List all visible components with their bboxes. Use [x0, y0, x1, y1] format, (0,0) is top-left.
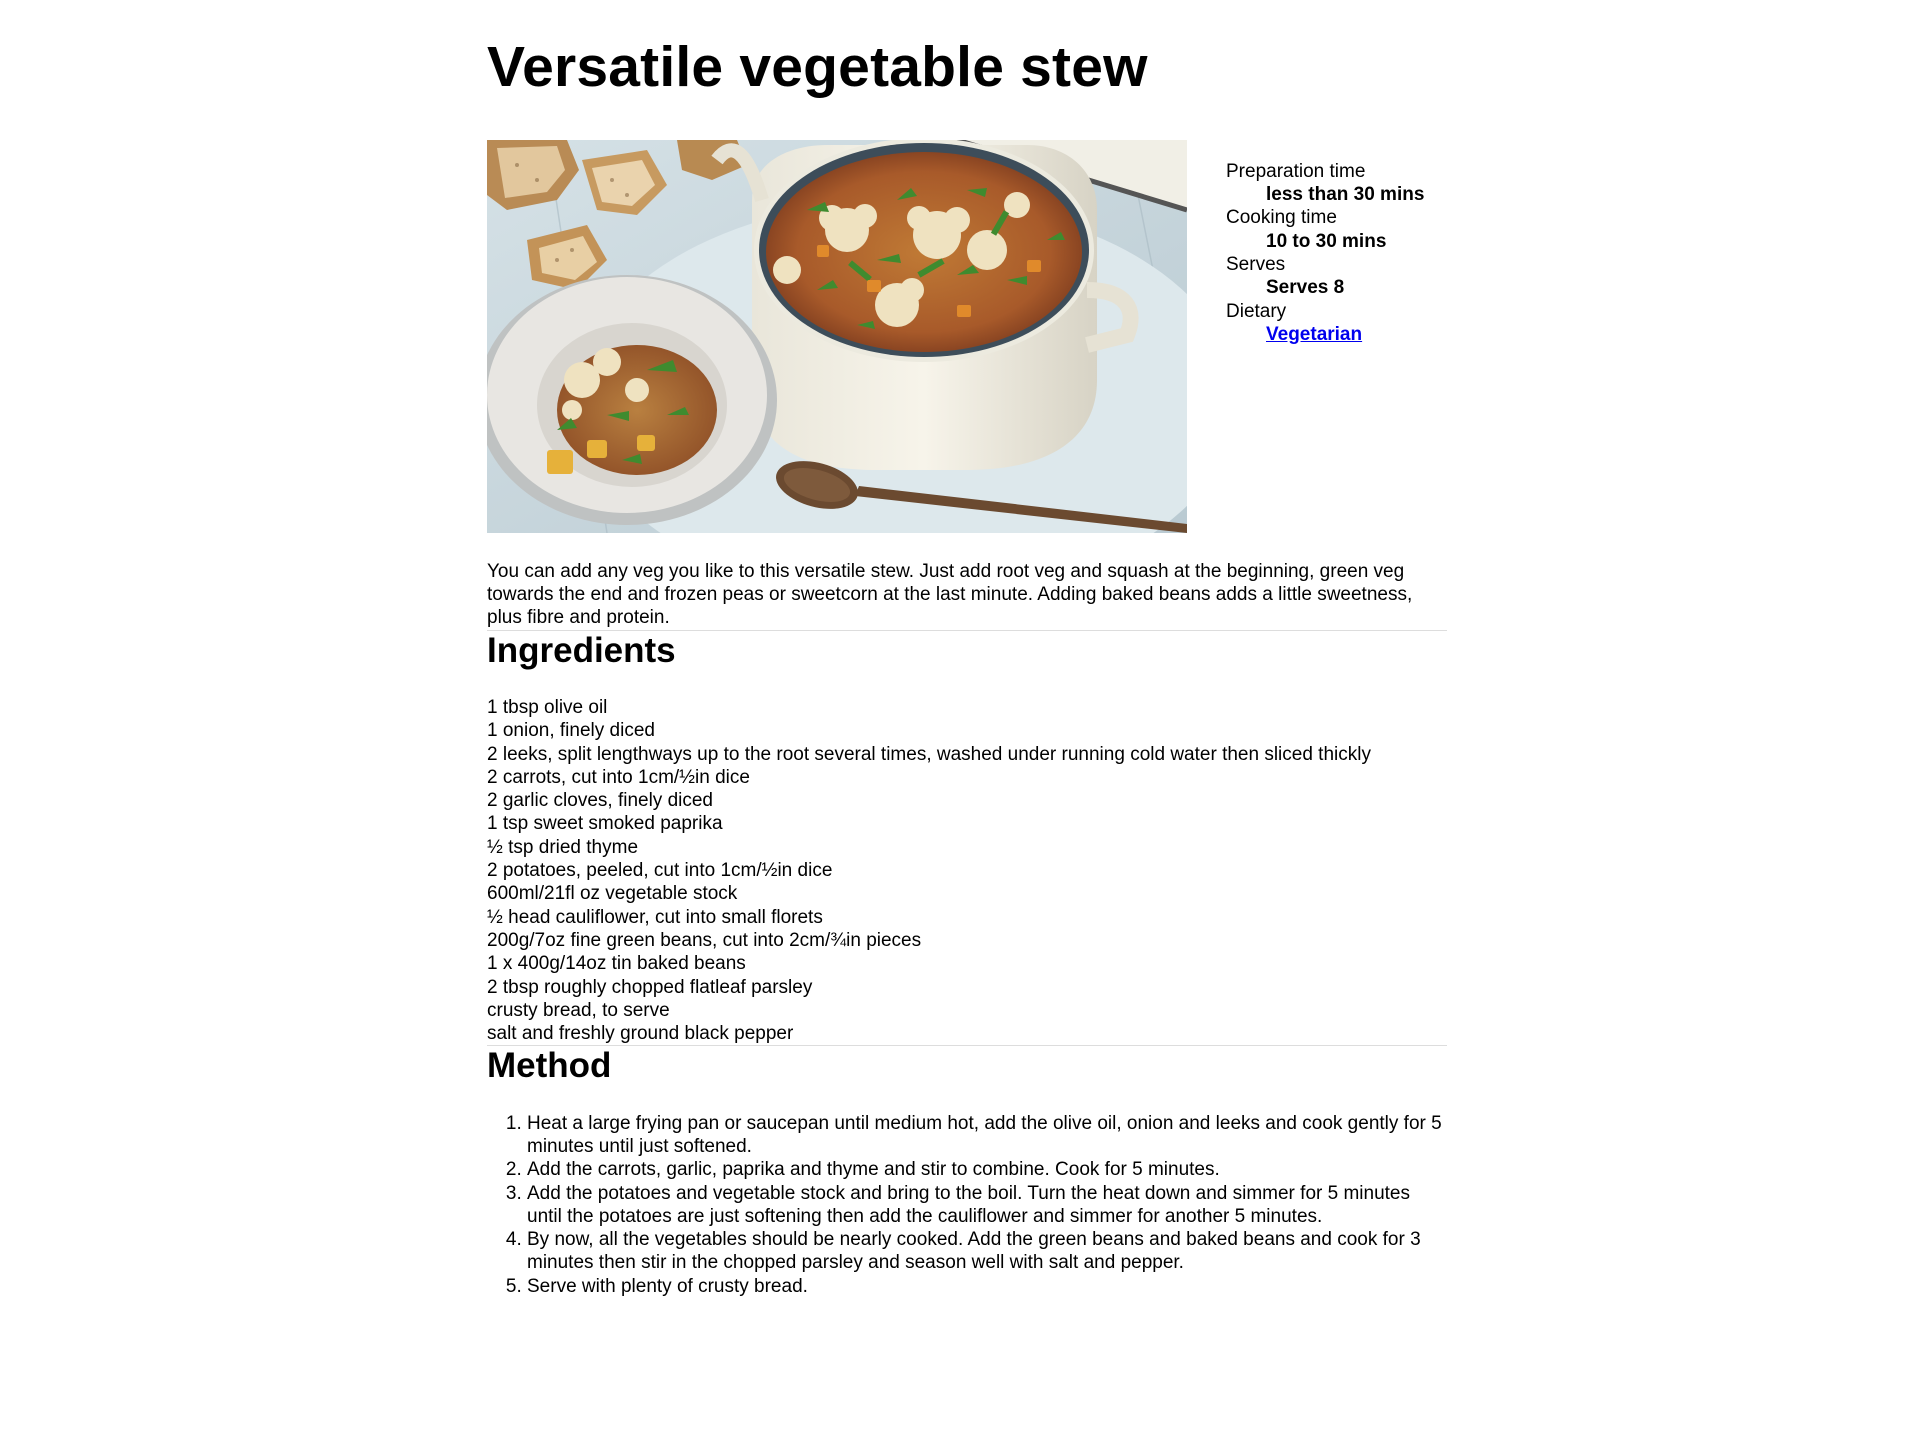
recipe-page: Versatile vegetable stew Preparation tim… — [487, 0, 1447, 1298]
ingredient-item: crusty bread, to serve — [487, 999, 670, 1021]
ingredient-item: 1 tsp sweet smoked paprika — [487, 813, 723, 835]
prep-time-label: Preparation time — [1226, 160, 1366, 182]
ingredients-list: 1 tbsp olive oil 1 onion, finely diced 2 l… — [487, 696, 1447, 1045]
method-heading: Method — [487, 1046, 612, 1086]
ingredient-item: 1 x 400g/14oz tin baked beans — [487, 953, 746, 975]
ingredient-item: 2 potatoes, peeled, cut into 1cm/½in dic… — [487, 860, 833, 882]
recipe-header: Preparation time less than 30 mins Cooki… — [487, 139, 1447, 533]
ingredient-item: 200g/7oz fine green beans, cut into 2cm/… — [487, 929, 922, 951]
cook-time-label: Cooking time — [1226, 207, 1337, 229]
ingredient-item: 1 tbsp olive oil — [487, 696, 608, 718]
recipe-description: You can add any veg you like to this ver… — [487, 560, 1413, 629]
ingredient-item: 2 tbsp roughly chopped flatleaf parsley — [487, 976, 813, 998]
method-step: Heat a large frying pan or saucepan unti… — [527, 1112, 1447, 1159]
recipe-meta: Preparation time less than 30 mins Cooki… — [1226, 160, 1424, 346]
ingredient-item: ½ tsp dried thyme — [487, 836, 639, 858]
method-step: Add the potatoes and vegetable stock and… — [527, 1182, 1447, 1229]
method-step: Serve with plenty of crusty bread. — [527, 1275, 1447, 1298]
method-list: Heat a large frying pan or saucepan unti… — [487, 1112, 1447, 1298]
dietary-value: Vegetarian — [1266, 323, 1424, 346]
ingredient-item: 600ml/21fl oz vegetable stock — [487, 883, 738, 905]
ingredient-item: 1 onion, finely diced — [487, 720, 655, 742]
dietary-label: Dietary — [1226, 300, 1287, 322]
ingredient-item: salt and freshly ground black pepper — [487, 1023, 794, 1045]
method-step: By now, all the vegetables should be nea… — [527, 1228, 1447, 1275]
ingredient-item: 2 leeks, split lengthways up to the root… — [487, 743, 1371, 765]
ingredient-item: ½ head cauliflower, cut into small flore… — [487, 906, 823, 928]
serves-value: Serves 8 — [1266, 277, 1345, 299]
method-step: Add the carrots, garlic, paprika and thy… — [527, 1158, 1447, 1181]
prep-time-value: less than 30 mins — [1266, 184, 1425, 206]
page-title: Versatile vegetable stew — [487, 35, 1148, 99]
ingredient-item: 2 garlic cloves, finely diced — [487, 790, 713, 812]
vegetarian-link[interactable]: Vegetarian — [1266, 324, 1362, 345]
ingredient-item: 2 carrots, cut into 1cm/½in dice — [487, 766, 750, 788]
cook-time-value: 10 to 30 mins — [1266, 230, 1387, 252]
ingredients-heading: Ingredients — [487, 630, 676, 670]
serves-label: Serves — [1226, 254, 1286, 276]
recipe-photo — [487, 139, 1187, 533]
